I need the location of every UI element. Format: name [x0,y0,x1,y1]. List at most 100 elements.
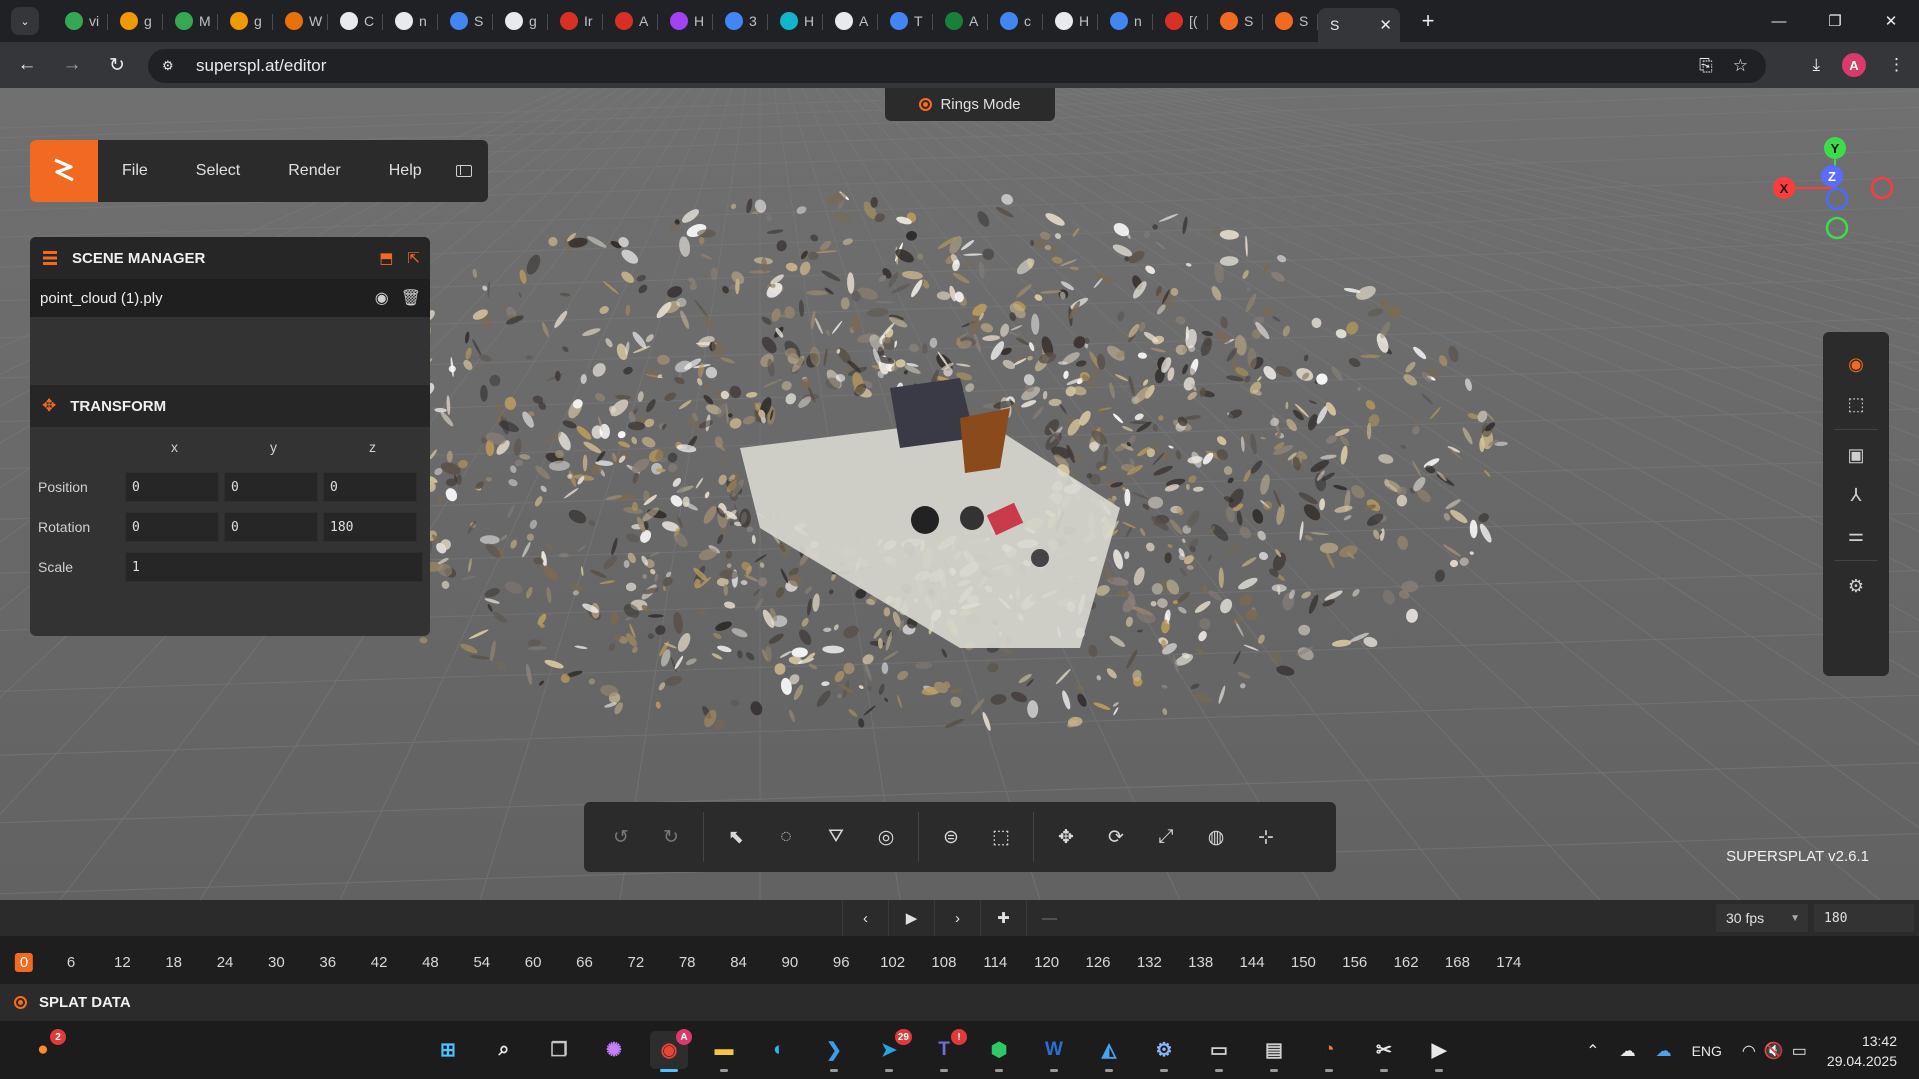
edge-icon[interactable]: ◐ [760,1031,798,1069]
forward-icon[interactable]: → [54,47,90,83]
chrome-menu-icon[interactable]: ⋮ [1888,55,1905,75]
browser-tab[interactable]: M [163,4,218,38]
menu-render[interactable]: Render [288,162,340,180]
firefox-icon[interactable]: ● 2 [24,1029,66,1069]
browser-tab[interactable]: S [1263,4,1318,38]
frames-total-input[interactable]: 180 [1814,904,1914,932]
fps-select[interactable]: 30 fps ▼ [1716,904,1808,932]
system-clock[interactable]: 13:42 29.04.2025 [1827,1031,1897,1071]
browser-tab[interactable]: A [933,4,988,38]
rings-mode-indicator[interactable]: Rings Mode [885,88,1055,121]
browser-tab[interactable]: A [823,4,878,38]
browser-tab[interactable]: C [328,4,383,38]
task-view-icon[interactable]: ❐ [540,1031,578,1069]
splat-data-bar[interactable]: SPLAT DATA [0,984,1919,1020]
snipping-tool-icon[interactable]: ✂ [1365,1031,1403,1072]
copilot-icon[interactable]: ✺ [595,1031,633,1069]
browser-tab[interactable]: g [493,4,548,38]
address-bar[interactable]: ⚙ superspl.at/editor ⎘ ☆ [148,49,1766,83]
bookmark-star-icon[interactable]: ☆ [1733,56,1748,76]
browser-tab[interactable]: n [383,4,438,38]
settings-gear-icon[interactable]: ⚙ [1836,566,1876,606]
position-x-input[interactable]: 0 [125,472,219,502]
import-scene-icon[interactable]: ⬒ [379,249,393,267]
centers-mode-icon[interactable]: ⬚ [1836,384,1876,424]
browser-tab[interactable]: n [1098,4,1153,38]
editor-viewport[interactable]: Rings Mode File Select Render Help SCENE… [0,88,1919,900]
download-icon[interactable]: ⤓ [1812,55,1820,75]
windows-start-icon[interactable]: ⊞ [429,1031,467,1069]
settings-icon[interactable]: ⚙ [1145,1031,1183,1072]
axes-toggle-icon[interactable]: ⅄ [1836,475,1876,515]
picker-select-icon[interactable]: ⬉ [713,814,759,860]
brush-select-icon[interactable]: ◎ [863,814,909,860]
rotate-tool-icon[interactable]: ⟳ [1093,814,1139,860]
position-y-input[interactable]: 0 [224,472,318,502]
view-options-icon[interactable]: ⚌ [1836,515,1876,555]
next-frame-icon[interactable]: › [934,900,980,936]
browser-tab[interactable]: A [603,4,658,38]
menu-select[interactable]: Select [196,162,240,180]
browser-tab[interactable]: 3 [713,4,768,38]
browser-tab[interactable]: H [1043,4,1098,38]
new-tab-button[interactable]: + [1414,8,1442,34]
polygon-select-icon[interactable]: ⛛ [813,814,859,860]
browser-tab[interactable]: [( [1153,4,1208,38]
scene-item-row[interactable]: point_cloud (1).ply ◉ 🗑 [30,279,430,317]
photos-icon[interactable]: ◭ [1090,1031,1128,1072]
back-icon[interactable]: ← [9,47,45,83]
pivot-icon[interactable]: ⊹ [1243,814,1289,860]
reload-icon[interactable]: ↻ [99,47,135,83]
browser-tab[interactable]: g [218,4,273,38]
kaspersky-icon[interactable]: ⬢ [980,1031,1018,1072]
delete-trash-icon[interactable]: 🗑 [401,288,421,308]
close-window-icon[interactable]: ✕ [1863,0,1919,42]
rings-mode-icon[interactable]: ◉ [1836,344,1876,384]
browser-tab[interactable]: S [1208,4,1263,38]
telegram-icon[interactable]: ➤ 29 [870,1029,912,1072]
sphere-select-icon[interactable]: ⊜ [928,814,974,860]
translate-tool-icon[interactable]: ✥ [1043,814,1089,860]
timeline-ruler[interactable]: 0 6 12 18 24 30 36 42 48 54 60 66 72 78 84 90 96 102 108 1… [0,936,1919,984]
close-tab-icon[interactable]: ✕ [1379,16,1392,34]
redo-icon[interactable]: ↻ [648,814,694,860]
gizmo-neg-y-handle[interactable] [1825,216,1849,240]
browser-tab[interactable]: Ir [548,4,603,38]
prev-frame-icon[interactable]: ‹ [842,900,888,936]
export-scene-icon[interactable]: ⇱ [407,249,420,267]
orientation-gizmo[interactable]: Y X Z [1760,128,1910,248]
chrome-taskbar-icon[interactable]: ◉ A [650,1029,692,1072]
word-icon[interactable]: W [1035,1031,1073,1072]
browser-tab[interactable]: T [878,4,933,38]
battery-icon[interactable]: ▭ [1792,1041,1807,1061]
frame-selection-icon[interactable]: ▣ [1836,435,1876,475]
menu-file[interactable]: File [122,162,148,180]
panel-toggle-icon[interactable] [455,165,472,177]
box-select-icon[interactable]: ⬚ [978,814,1024,860]
world-space-icon[interactable]: ◍ [1193,814,1239,860]
scale-input[interactable]: 1 [125,552,423,582]
browser-tab[interactable]: H [658,4,713,38]
onedrive-personal-icon[interactable]: ☁ [1620,1041,1636,1061]
browser-tab[interactable]: W [273,4,328,38]
wifi-icon[interactable]: ◠ [1742,1041,1756,1061]
gizmo-neg-z-handle[interactable] [1825,187,1849,211]
volume-muted-icon[interactable]: 🔇 [1764,1041,1784,1061]
browser-tab[interactable]: g [108,4,163,38]
site-info-icon[interactable]: ⚙ [162,58,184,74]
rotation-y-input[interactable]: 0 [224,512,318,542]
position-z-input[interactable]: 0 [323,472,417,502]
tab-active-superspl[interactable]: S ✕ [1318,8,1400,42]
media-player-icon[interactable]: ▶ [1420,1031,1458,1072]
menu-help[interactable]: Help [389,162,422,180]
teams-icon[interactable]: T ! [925,1029,967,1072]
scale-tool-icon[interactable]: ⤢ [1143,814,1189,860]
visibility-eye-icon[interactable]: ◉ [375,288,389,308]
minimize-icon[interactable]: — [1751,0,1807,42]
add-keyframe-icon[interactable]: ✚ [980,900,1026,936]
blender-icon[interactable]: ◔ [1310,1031,1348,1072]
gizmo-neg-x-handle[interactable] [1870,176,1894,200]
window-app-icon[interactable]: ▤ [1255,1031,1293,1072]
remove-keyframe-icon[interactable]: — [1026,900,1072,936]
show-hidden-icons-chevron-icon[interactable]: ⌃ [1586,1041,1599,1061]
